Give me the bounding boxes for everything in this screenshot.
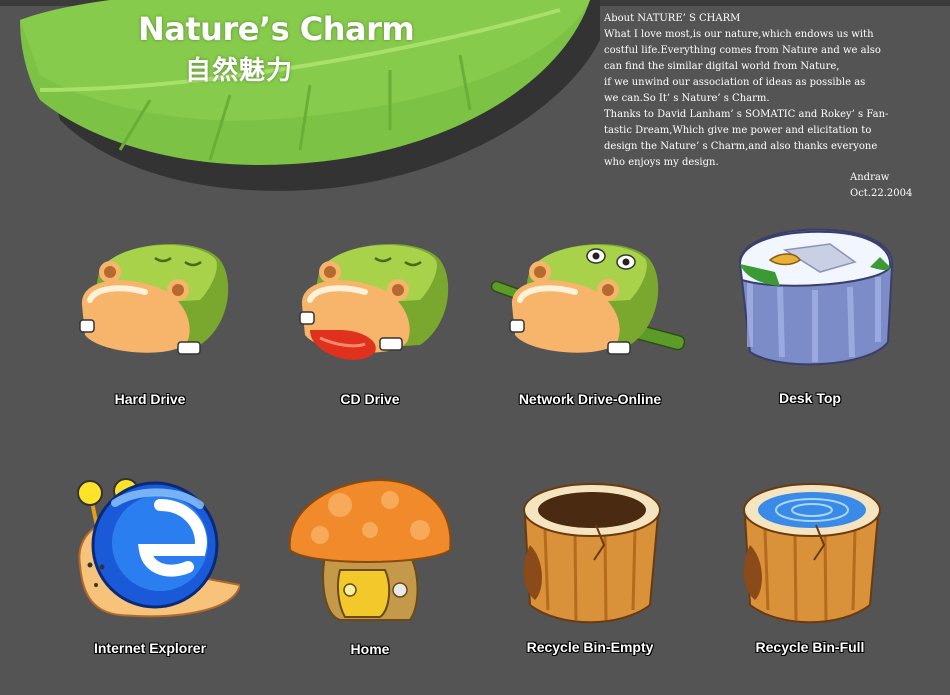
- page-subtitle: 自然魅力: [185, 56, 294, 86]
- tree-stump-water-icon: [743, 483, 881, 624]
- about-line: who enjoys my design.: [604, 157, 719, 168]
- about-line: design the Nature’ s Charm,and also than…: [604, 141, 878, 152]
- icon-item-recycle-bin-full[interactable]: [710, 470, 910, 630]
- hippo-sleeping-icon: [79, 243, 229, 355]
- about-line: if we unwind our association of ideas as…: [604, 77, 866, 88]
- about-line: About NATURE’ S CHARM: [604, 13, 741, 24]
- signature: Andraw Oct.22.2004: [850, 170, 912, 202]
- icon-label: CD Drive: [340, 391, 400, 407]
- icon-item-recycle-bin-empty[interactable]: [490, 470, 690, 630]
- icon-item-hard-drive[interactable]: [50, 230, 250, 370]
- icon-label: Recycle Bin-Full: [755, 639, 865, 655]
- hippo-bamboo-icon: [490, 243, 686, 355]
- icon-label: Internet Explorer: [93, 640, 207, 656]
- about-line: can find the similar digital world from …: [604, 61, 840, 72]
- hippo-tongue-icon: [299, 243, 449, 360]
- icon-item-network-drive-online[interactable]: [490, 230, 690, 370]
- tree-stump-empty-icon: [523, 483, 661, 624]
- icon-label: Recycle Bin-Empty: [526, 639, 654, 655]
- icon-label: Network Drive-Online: [518, 391, 662, 407]
- rock-pond-icon: [738, 228, 894, 366]
- about-line: costful life.Everything comes from Natur…: [604, 45, 881, 56]
- about-line: Thanks to David Lanham’ s SOMATIC and Ro…: [604, 109, 889, 120]
- icon-label: Desk Top: [779, 390, 841, 406]
- icon-item-cd-drive[interactable]: [270, 230, 470, 370]
- about-text: About NATURE’ S CHARM What I love most,i…: [604, 11, 934, 171]
- about-line: we can.So It’ s Nature’ s Charm.: [604, 93, 770, 104]
- mushroom-house-icon: [288, 478, 452, 621]
- about-line: What I love most,is our nature,which end…: [604, 29, 874, 40]
- icon-item-internet-explorer[interactable]: [50, 475, 250, 625]
- snail-icon: [77, 478, 240, 618]
- author: Andraw: [850, 172, 890, 183]
- icon-item-desk-top[interactable]: [710, 222, 910, 372]
- icon-label: Hard Drive: [114, 391, 186, 407]
- icon-label: Home: [350, 641, 390, 657]
- page-title: Nature’s Charm: [138, 10, 415, 48]
- icon-item-home[interactable]: [270, 475, 470, 625]
- date: Oct.22.2004: [850, 188, 913, 199]
- about-line: tastic Dream,Which give me power and eli…: [604, 125, 872, 136]
